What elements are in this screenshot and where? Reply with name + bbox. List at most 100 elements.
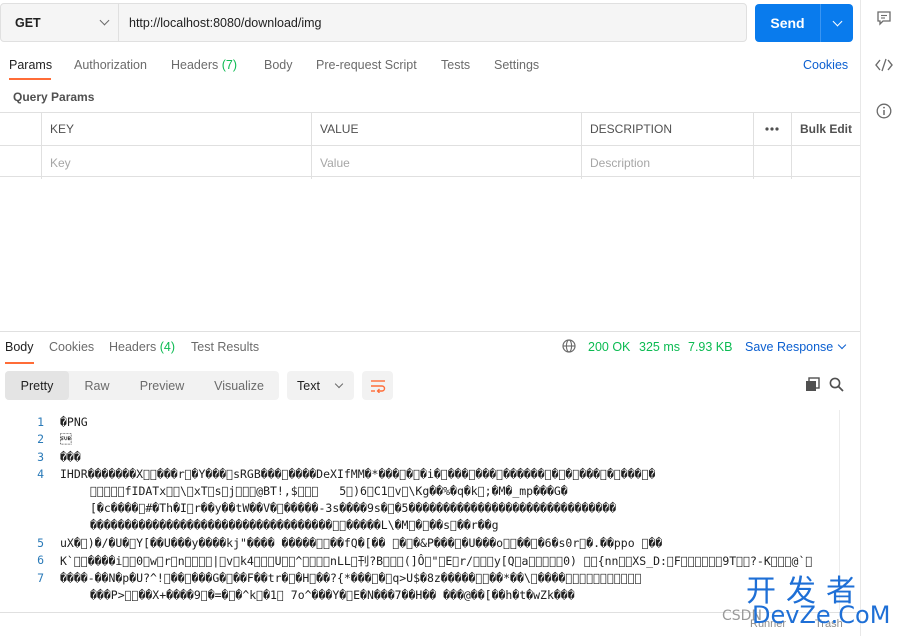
save-response-label: Save Response [745, 340, 834, 354]
comment-icon[interactable] [875, 9, 893, 27]
query-params-title: Query Params [13, 90, 95, 104]
tab-label: Body [264, 58, 293, 72]
view-visualize-button[interactable]: Visualize [199, 371, 279, 400]
active-tab-indicator [5, 362, 34, 364]
vertical-scrollbar[interactable] [839, 410, 853, 610]
tab-label: Headers [109, 340, 157, 354]
description-input[interactable]: Description [582, 146, 754, 179]
params-empty-row: Key Value Description [0, 146, 860, 179]
tab-body[interactable]: Body [264, 58, 293, 72]
line-number: 5 [37, 536, 44, 550]
tab-response-headers[interactable]: Headers (4) [109, 340, 175, 354]
code-line-wrap:      fIDATx  \ xT s j   @BT!,$    5 )6 C… [90, 484, 568, 498]
trash-button[interactable]: Trash [815, 618, 843, 630]
view-raw-button[interactable]: Raw [69, 371, 125, 400]
view-preview-button[interactable]: Preview [125, 371, 199, 400]
line-number: 3 [37, 450, 44, 464]
code-line-wrap: �����������������������������������  ���… [90, 518, 499, 532]
wrap-lines-button[interactable] [362, 371, 393, 400]
description-column-header: DESCRIPTION [582, 113, 754, 145]
line-number: 7 [37, 571, 44, 585]
code-line: IHDR�������X  ���r �Y��� sRGB��� ����DeX… [60, 467, 656, 481]
tab-headers[interactable]: Headers (7) [171, 58, 237, 72]
line-number: 4 [37, 467, 44, 481]
chevron-down-icon [334, 379, 344, 388]
url-bar: GET http://localhost:8080/download/img [0, 3, 747, 42]
view-mode-switcher: Pretty Raw Preview Visualize [5, 371, 279, 400]
code-line-wrap: [�c���� #�Th�I r��y��tW��V� �����-3s����… [90, 501, 617, 515]
tab-label: Headers [171, 58, 219, 72]
row-checkbox-cell [0, 146, 42, 179]
url-input[interactable]: http://localhost:8080/download/img [119, 16, 322, 30]
code-icon[interactable] [875, 56, 893, 74]
cookies-link[interactable]: Cookies [803, 58, 848, 72]
info-icon[interactable] [875, 102, 893, 120]
save-response-button[interactable]: Save Response [745, 340, 847, 354]
row-spacer [754, 146, 792, 179]
code-line: ����-��N�p�U?^! �� ���G� ��F��tr� �H ��?… [60, 571, 642, 585]
status-code[interactable]: 200 OK [588, 340, 630, 354]
send-options-button[interactable] [821, 16, 853, 26]
tab-label: Cookies [49, 340, 95, 354]
line-number: 1 [37, 415, 44, 429]
tab-label: Authorization [74, 58, 147, 72]
response-tabs: Body Cookies Headers (4) Test Results 20… [0, 332, 860, 366]
key-input[interactable]: Key [42, 146, 312, 179]
globe-icon[interactable] [562, 339, 576, 356]
status-bar: Runner Trash [0, 612, 860, 636]
tab-count: (7) [221, 58, 238, 72]
response-time[interactable]: 325 ms [639, 340, 680, 354]
code-line:  [60, 432, 72, 446]
response-body-editor[interactable]: 1 �PNG 2  3 ��� 4 IHDR�������X  ���r �Y… [0, 410, 858, 610]
chevron-down-icon [99, 15, 110, 26]
code-line: K`  ����i  0 w r n    | v k4   U  ^    n… [60, 554, 813, 568]
tab-count: (4) [159, 340, 176, 354]
request-tabs: Params Authorization Headers (7) Body Pr… [0, 50, 860, 80]
send-label: Send [770, 15, 805, 31]
tab-pre-request-script[interactable]: Pre-request Script [316, 58, 417, 72]
code-line-wrap: ���P>  ��X+����9 �=� �^k �1  7o^���Y� E�… [90, 588, 575, 602]
tab-response-body[interactable]: Body [5, 340, 34, 354]
value-input[interactable]: Value [312, 146, 582, 179]
params-header-row: KEY VALUE DESCRIPTION Bulk Edit [0, 113, 860, 146]
line-number: 6 [37, 553, 44, 567]
more-options-button[interactable] [754, 113, 792, 145]
runner-button[interactable]: Runner [750, 618, 786, 630]
tab-tests[interactable]: Tests [441, 58, 470, 72]
tab-authorization[interactable]: Authorization [74, 58, 147, 72]
checkbox-column-header [0, 113, 42, 145]
ellipsis-icon [765, 127, 779, 131]
format-select[interactable]: Text [287, 371, 354, 400]
globe-icon-svg [562, 339, 576, 353]
format-label: Text [297, 378, 320, 393]
method-label: GET [15, 15, 41, 30]
method-select[interactable]: GET [1, 4, 119, 41]
active-tab-indicator [9, 78, 51, 80]
row-spacer [792, 146, 860, 179]
key-column-header: KEY [42, 113, 312, 145]
chevron-down-icon [832, 16, 842, 26]
copy-icon[interactable] [805, 377, 820, 395]
params-table: KEY VALUE DESCRIPTION Bulk Edit Key Valu… [0, 112, 860, 179]
tab-params[interactable]: Params [9, 58, 52, 72]
wrap-lines-icon [370, 379, 385, 393]
line-number: 2 [37, 432, 44, 446]
code-line: �PNG [60, 415, 88, 429]
right-sidebar [860, 0, 907, 636]
code-line: uX� )�/�U� Y[��U���y����kj"���� �����  �… [60, 536, 663, 550]
tab-label: Tests [441, 58, 471, 72]
response-size[interactable]: 7.93 KB [688, 340, 732, 354]
value-column-header: VALUE [312, 113, 582, 145]
bulk-edit-button[interactable]: Bulk Edit [792, 113, 860, 145]
send-button[interactable]: Send [755, 4, 853, 42]
chevron-down-icon [838, 340, 847, 350]
tab-response-cookies[interactable]: Cookies [49, 340, 94, 354]
tab-test-results[interactable]: Test Results [191, 340, 259, 354]
view-pretty-button[interactable]: Pretty [5, 371, 69, 400]
code-line: ��� [60, 450, 81, 464]
tab-label: Test Results [191, 340, 260, 354]
tab-settings[interactable]: Settings [494, 58, 539, 72]
search-icon[interactable] [829, 377, 844, 395]
tab-label: Params [9, 58, 53, 72]
tab-label: Pre-request Script [316, 58, 417, 72]
